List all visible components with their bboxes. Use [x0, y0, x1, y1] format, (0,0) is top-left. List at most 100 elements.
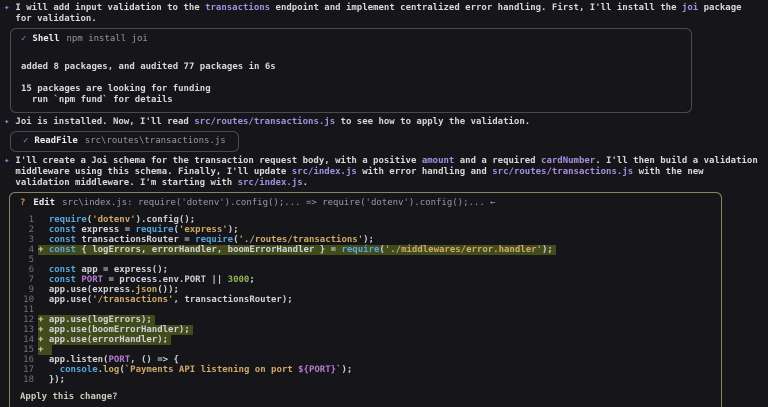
line-number: 10: [20, 295, 34, 305]
code-text: const PORT = process.env.PORT || 3000;: [38, 275, 255, 285]
text-segment: PORT: [81, 275, 103, 285]
text-segment: );: [341, 365, 352, 375]
line-number: 6: [20, 265, 34, 275]
text-segment: require: [49, 215, 87, 225]
code-line: 12 + app.use(logErrors);: [20, 315, 711, 325]
inline-code: amount: [422, 156, 455, 166]
line-number: 18: [20, 375, 34, 385]
code-line: 10 app.use('/transactions', transactions…: [20, 295, 711, 305]
diff-plus-marker: +: [38, 325, 49, 335]
line-number: 3: [20, 235, 34, 245]
text-segment: 'dotenv': [92, 215, 135, 225]
code-text: [38, 305, 49, 315]
code-text: app.use(express.json());: [38, 285, 179, 295]
text-segment: ;: [249, 275, 254, 285]
line-number: 12: [20, 315, 34, 325]
assistant-message: ✦ I will add input validation to the tra…: [0, 3, 768, 25]
text-segment: const: [49, 245, 82, 255]
text-segment: 3000: [228, 275, 250, 285]
text-segment: I will add input validation to the: [15, 3, 205, 13]
code-text: app.use('/transactions', transactionsRou…: [38, 295, 293, 305]
apply-change-prompt[interactable]: Apply this change?: [20, 392, 711, 403]
diff-spacer: [38, 355, 49, 365]
diff-view: 1 require('dotenv').config();2 const exp…: [20, 215, 711, 385]
tool-name: Edit: [33, 198, 55, 208]
text-segment: app.use(errorHandler);: [49, 335, 168, 345]
terminal-screen[interactable]: ✦ I will add input validation to the tra…: [0, 0, 768, 407]
text-segment: express =: [81, 225, 135, 235]
diff-spacer: [38, 265, 49, 275]
text-segment: const: [49, 265, 82, 275]
code-text: const express = require('express');: [38, 225, 239, 235]
shell-command: npm install joi: [67, 34, 148, 44]
text-segment: = process.env.PORT ||: [103, 275, 228, 285]
text-segment: app.use(logErrors);: [49, 315, 152, 325]
line-number: 1: [20, 215, 34, 225]
check-icon: ✓: [23, 136, 28, 146]
line-number: 7: [20, 275, 34, 285]
text-segment: I'll create a Joi schema for the transac…: [15, 156, 421, 166]
code-line: 14 + app.use(errorHandler);: [20, 335, 711, 345]
text-segment: endpoint and implement centralized error…: [270, 3, 682, 13]
code-line: 16 app.listen(PORT, () => {: [20, 355, 711, 365]
output-line: added 8 packages, and audited 77 package…: [21, 62, 681, 73]
gemini-star-icon: ✦: [4, 3, 9, 25]
text-segment: './routes/transactions': [239, 235, 364, 245]
shell-output: added 8 packages, and audited 77 package…: [21, 51, 681, 106]
text-segment: 'express': [179, 225, 228, 235]
text-segment: and a required: [454, 156, 541, 166]
text-segment: require: [136, 225, 174, 235]
shell-tool-card: ✓Shellnpm install joi added 8 packages, …: [10, 28, 692, 113]
text-segment: , () => {: [130, 355, 179, 365]
code-text: const transactionsRouter = require('./ro…: [38, 235, 374, 245]
diff-plus-marker: +: [38, 245, 49, 255]
diff-plus-marker: +: [38, 315, 49, 325]
text-segment: .: [303, 178, 308, 188]
diff-added-line: + const { logErrors, errorHandler, boomE…: [38, 245, 556, 255]
line-number: 13: [20, 325, 34, 335]
code-line: 17 console.log(`Payments API listening o…: [20, 365, 711, 375]
readfile-tool-card: ✓ReadFilesrc\routes\transactions.js: [10, 131, 239, 152]
text-segment: });: [49, 375, 65, 385]
edit-summary: src\index.js: require('dotenv').config()…: [62, 198, 485, 208]
diff-spacer: [38, 295, 49, 305]
code-line: 2 const express = require('express');: [20, 225, 711, 235]
diff-added-line: + app.use(logErrors);: [38, 315, 155, 325]
text-segment: app.listen(: [49, 355, 109, 365]
line-number: 16: [20, 355, 34, 365]
text-segment: const: [49, 275, 82, 285]
code-line: 9 app.use(express.json());: [20, 285, 711, 295]
tool-name: ReadFile: [34, 136, 77, 146]
shell-tool-header: ✓Shellnpm install joi: [21, 34, 681, 45]
text-segment: );: [228, 225, 239, 235]
code-line: 15+: [20, 345, 711, 355]
text-segment: ());: [157, 285, 179, 295]
line-number: 4: [20, 245, 34, 255]
output-line: [21, 51, 681, 62]
code-line: 11: [20, 305, 711, 315]
code-text: app.listen(PORT, () => {: [38, 355, 179, 365]
diff-spacer: [38, 215, 49, 225]
text-segment: const: [49, 225, 82, 235]
line-number: 9: [20, 285, 34, 295]
message-text: I'll create a Joi schema for the transac…: [15, 156, 760, 189]
text-segment: app = express();: [81, 265, 168, 275]
inline-code: src/routes/transactions.js: [194, 117, 335, 127]
text-segment: json: [136, 285, 158, 295]
text-segment: require: [341, 245, 379, 255]
code-line: 7 const PORT = process.env.PORT || 3000;: [20, 275, 711, 285]
text-segment: app.use(express.: [49, 285, 136, 295]
line-number: 14: [20, 335, 34, 345]
line-number: 11: [20, 305, 34, 315]
code-text: const app = express();: [38, 265, 168, 275]
text-segment: );: [363, 235, 374, 245]
text-segment: , transactionsRouter);: [173, 295, 292, 305]
text-segment: const: [49, 235, 82, 245]
diff-spacer: [38, 235, 49, 245]
code-line: 3 const transactionsRouter = require('./…: [20, 235, 711, 245]
diff-added-line: + app.use(errorHandler);: [38, 335, 171, 345]
line-number: 15: [20, 345, 34, 355]
text-segment: ).config();: [136, 215, 196, 225]
assistant-message: ✦ Joi is installed. Now, I'll read src/r…: [0, 117, 768, 128]
code-line: 13+ app.use(boomErrorHandler);: [20, 325, 711, 335]
